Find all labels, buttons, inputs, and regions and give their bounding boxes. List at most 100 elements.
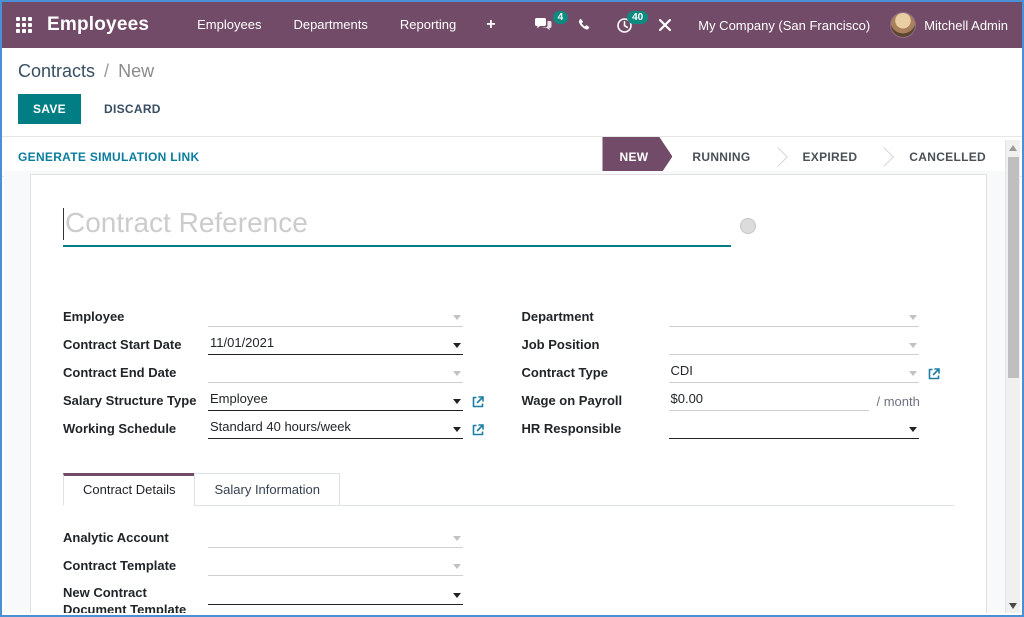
department-row: Department [522, 307, 955, 327]
wage-on-payroll-row: Wage on Payroll $0.00 / month [522, 391, 955, 411]
hr-responsible-row: HR Responsible [522, 419, 955, 439]
contract-end-date-field[interactable] [208, 363, 463, 383]
breadcrumb-contracts-link[interactable]: Contracts [18, 61, 95, 81]
analytic-account-row: Analytic Account [63, 528, 497, 548]
dropdown-caret-icon [453, 593, 461, 598]
contract-template-label: Contract Template [63, 557, 208, 576]
messages-badge: 4 [553, 11, 569, 24]
dropdown-caret-icon [453, 371, 461, 376]
salary-structure-type-row: Salary Structure Type Employee [63, 391, 496, 411]
odoo-contract-form-page: { "nav": { "app_name": "Employees", "men… [0, 0, 1024, 617]
chat-bubbles-icon [534, 17, 553, 33]
form-sheet: Employee Contract Start Date 11/01/2021 … [30, 174, 987, 613]
new-contract-document-template-field[interactable] [208, 585, 463, 605]
new-contract-document-template-label: New Contract Document Template [63, 584, 208, 613]
job-position-label: Job Position [522, 336, 669, 355]
employee-label: Employee [63, 308, 208, 327]
activities-button[interactable]: 40 [607, 11, 642, 40]
working-schedule-field[interactable]: Standard 40 hours/week [208, 419, 463, 439]
salary-structure-type-field[interactable]: Employee [208, 391, 463, 411]
job-position-field[interactable] [669, 335, 919, 355]
dropdown-caret-icon [453, 399, 461, 404]
activity-state-icon[interactable] [740, 218, 756, 234]
discard-button[interactable]: DISCARD [89, 94, 176, 124]
contract-start-date-label: Contract Start Date [63, 336, 208, 355]
messages-button[interactable]: 4 [525, 11, 562, 39]
app-name[interactable]: Employees [47, 14, 149, 36]
contract-end-date-row: Contract End Date [63, 363, 496, 383]
dropdown-caret-icon [909, 343, 917, 348]
apps-grid-icon[interactable] [16, 17, 33, 34]
wage-on-payroll-field[interactable]: $0.00 [669, 391, 869, 411]
analytic-account-label: Analytic Account [63, 529, 208, 548]
nav-menu-reporting[interactable]: Reporting [384, 2, 472, 48]
scroll-down-arrow-icon[interactable] [1009, 603, 1017, 609]
contract-start-date-field[interactable]: 11/01/2021 [208, 335, 463, 355]
scrollbar-thumb[interactable] [1008, 157, 1019, 378]
external-link-icon[interactable] [471, 395, 485, 409]
user-avatar [890, 12, 916, 38]
wage-on-payroll-label: Wage on Payroll [522, 392, 669, 411]
scroll-up-arrow-icon[interactable] [1009, 145, 1017, 151]
save-button[interactable]: SAVE [18, 94, 81, 124]
external-link-icon[interactable] [471, 423, 485, 437]
generate-simulation-link-button[interactable]: GENERATE SIMULATION LINK [18, 150, 199, 164]
dropdown-caret-icon [453, 564, 461, 569]
dropdown-caret-icon [453, 343, 461, 348]
systray: 4 40 My Company [525, 11, 1008, 40]
debug-tools-button[interactable] [648, 11, 682, 39]
external-link-icon[interactable] [927, 367, 941, 381]
breadcrumb: Contracts / New [2, 48, 1022, 86]
employee-row: Employee [63, 307, 496, 327]
nav-menu: Employees Departments Reporting [181, 2, 472, 48]
salary-structure-type-label: Salary Structure Type [63, 392, 208, 411]
tab-salary-information[interactable]: Salary Information [194, 473, 340, 506]
tab-bar: Contract Details Salary Information [63, 473, 954, 506]
dropdown-caret-icon [909, 315, 917, 320]
breadcrumb-current: New [118, 61, 154, 81]
wage-period-suffix: / month [877, 394, 920, 409]
dropdown-caret-icon [909, 427, 917, 432]
contract-reference-input[interactable] [63, 205, 731, 247]
breadcrumb-separator: / [104, 61, 109, 81]
control-panel-buttons: SAVE DISCARD [2, 86, 1022, 137]
nav-menu-departments[interactable]: Departments [277, 2, 383, 48]
content-area: Employee Contract Start Date 11/01/2021 … [4, 171, 1020, 613]
job-position-row: Job Position [522, 335, 955, 355]
phone-button[interactable] [568, 12, 601, 39]
tools-icon [657, 17, 673, 33]
user-menu[interactable]: Mitchell Admin [890, 12, 1008, 38]
notebook: Contract Details Salary Information Anal… [63, 473, 954, 613]
analytic-account-field[interactable] [208, 528, 463, 548]
title-row [63, 205, 954, 247]
phone-icon [577, 18, 592, 33]
form-fields: Employee Contract Start Date 11/01/2021 … [63, 307, 954, 447]
contract-template-field[interactable] [208, 556, 463, 576]
top-navbar: Employees Employees Departments Reportin… [2, 2, 1022, 48]
user-name: Mitchell Admin [924, 18, 1008, 33]
employee-field[interactable] [208, 307, 463, 327]
form-right-column: Department Job Position Contract Type CD… [522, 307, 955, 447]
form-left-column: Employee Contract Start Date 11/01/2021 … [63, 307, 496, 447]
dropdown-caret-icon [453, 315, 461, 320]
tab-contract-details[interactable]: Contract Details [63, 473, 195, 506]
company-switcher[interactable]: My Company (San Francisco) [698, 18, 870, 33]
activities-badge: 40 [627, 11, 648, 24]
contract-end-date-label: Contract End Date [63, 364, 208, 383]
dropdown-caret-icon [909, 371, 917, 376]
plus-icon[interactable]: + [472, 16, 509, 34]
hr-responsible-label: HR Responsible [522, 420, 669, 439]
department-field[interactable] [669, 307, 919, 327]
contract-type-field[interactable]: CDI [669, 363, 919, 383]
vertical-scrollbar[interactable] [1005, 140, 1020, 613]
working-schedule-label: Working Schedule [63, 420, 208, 439]
working-schedule-row: Working Schedule Standard 40 hours/week [63, 419, 496, 439]
contract-details-tab-content: Analytic Account Contract Template New C… [63, 528, 497, 613]
department-label: Department [522, 308, 669, 327]
dropdown-caret-icon [453, 536, 461, 541]
hr-responsible-field[interactable] [669, 419, 919, 439]
text-cursor [63, 208, 64, 240]
nav-menu-employees[interactable]: Employees [181, 2, 277, 48]
new-contract-document-template-row: New Contract Document Template [63, 584, 497, 613]
dropdown-caret-icon [453, 427, 461, 432]
